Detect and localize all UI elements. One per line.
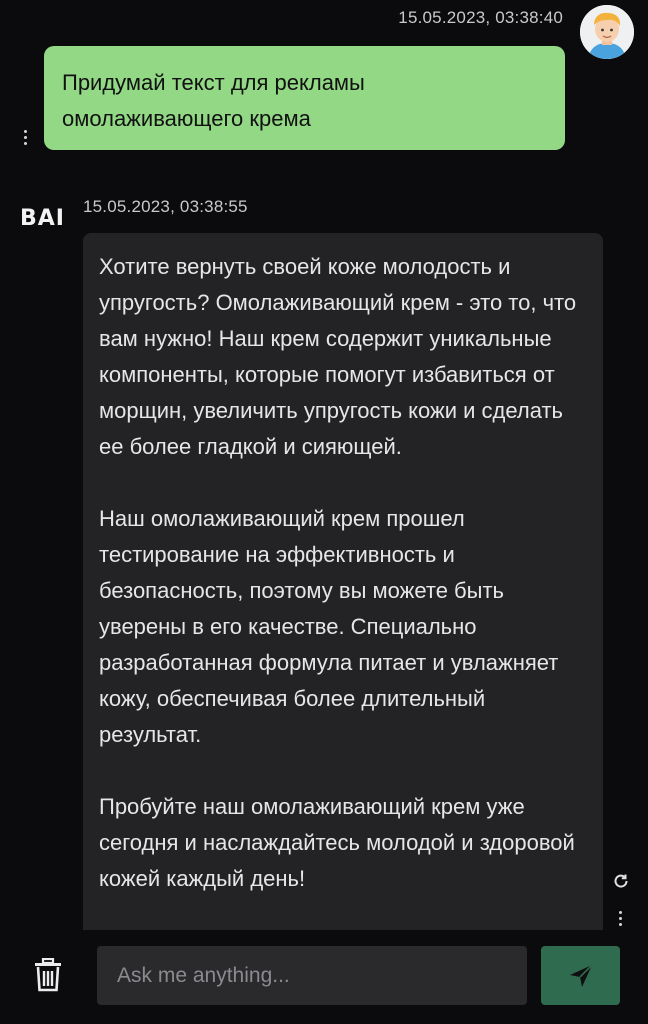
bot-message-timestamp: 15.05.2023, 03:38:55: [83, 197, 248, 216]
user-message-menu-icon[interactable]: [22, 130, 28, 145]
user-message-timestamp: 15.05.2023, 03:38:40: [398, 8, 563, 27]
user-message-bubble: Придумай текст для рекламы омолаживающег…: [44, 46, 565, 150]
send-icon: [569, 963, 593, 987]
trash-icon[interactable]: [33, 957, 63, 992]
user-avatar-icon: [580, 5, 634, 59]
bot-message-menu-icon[interactable]: [617, 911, 623, 926]
bot-paragraph-1: Хотите вернуть своей коже молодость и уп…: [99, 254, 577, 459]
bot-paragraph-2: Наш омолаживающий крем прошел тестирован…: [99, 506, 559, 747]
message-input[interactable]: [97, 946, 527, 1005]
regenerate-icon[interactable]: [612, 872, 630, 890]
bot-message-bubble: Хотите вернуть своей коже молодость и уп…: [83, 233, 603, 933]
user-message-text: Придумай текст для рекламы омолаживающег…: [62, 70, 365, 131]
send-button[interactable]: [541, 946, 620, 1005]
bot-logo: BAI: [20, 206, 65, 231]
bot-paragraph-3: Пробуйте наш омолаживающий крем уже сего…: [99, 794, 575, 891]
